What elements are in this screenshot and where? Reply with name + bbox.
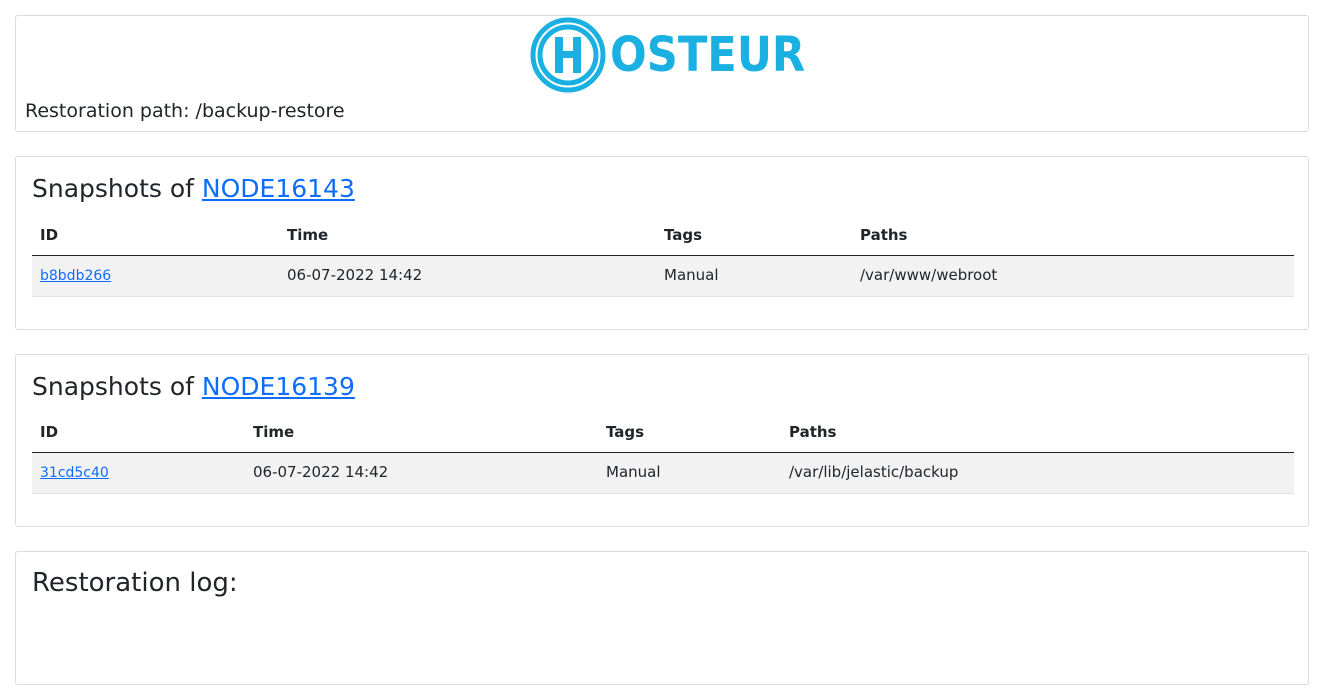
snapshot-tags-cell: Manual xyxy=(606,463,661,481)
column-header-id: ID xyxy=(40,226,59,244)
restoration-log-card: Restoration log: xyxy=(15,551,1309,685)
column-header-paths: Paths xyxy=(789,423,837,441)
snapshot-id-link[interactable]: 31cd5c40 xyxy=(40,465,109,481)
table-header: ID Time Tags Paths xyxy=(32,414,1294,453)
column-header-id: ID xyxy=(40,423,59,441)
restoration-log-title: Restoration log: xyxy=(32,568,238,598)
node-link[interactable]: NODE16143 xyxy=(202,174,355,203)
snapshot-id-link[interactable]: b8bdb266 xyxy=(40,268,111,284)
snapshot-title: Snapshots of NODE16143 xyxy=(32,174,355,203)
logo-wordmark: OSTEUR xyxy=(610,27,806,83)
header-card: OSTEUR Restoration path: /backup-restore xyxy=(15,15,1309,132)
hosteur-logo-icon xyxy=(530,17,606,93)
column-header-time: Time xyxy=(253,423,295,441)
restoration-path: Restoration path: /backup-restore xyxy=(25,100,345,122)
snapshot-card-node16139: Snapshots of NODE16139 ID Time Tags Path… xyxy=(15,354,1309,527)
hosteur-logo: OSTEUR xyxy=(530,16,827,94)
column-header-time: Time xyxy=(287,226,329,244)
snapshot-title-prefix: Snapshots of xyxy=(32,372,202,401)
column-header-tags: Tags xyxy=(664,226,703,244)
snapshot-time-cell: 06-07-2022 14:42 xyxy=(287,266,423,284)
snapshot-time-cell: 06-07-2022 14:42 xyxy=(253,463,389,481)
snapshot-title: Snapshots of NODE16139 xyxy=(32,372,355,401)
snapshot-id-cell: 31cd5c40 xyxy=(40,463,109,481)
snapshot-title-prefix: Snapshots of xyxy=(32,174,202,203)
column-header-tags: Tags xyxy=(606,423,645,441)
snapshot-paths-cell: /var/www/webroot xyxy=(860,266,998,284)
table-header: ID Time Tags Paths xyxy=(32,217,1294,256)
column-header-paths: Paths xyxy=(860,226,908,244)
snapshot-card-node16143: Snapshots of NODE16143 ID Time Tags Path… xyxy=(15,156,1309,330)
snapshot-table: ID Time Tags Paths b8bdb266 06-07-2022 1… xyxy=(32,217,1294,297)
snapshot-paths-cell: /var/lib/jelastic/backup xyxy=(789,463,959,481)
table-row: 31cd5c40 06-07-2022 14:42 Manual /var/li… xyxy=(32,453,1294,494)
table-row: b8bdb266 06-07-2022 14:42 Manual /var/ww… xyxy=(32,256,1294,297)
snapshot-id-cell: b8bdb266 xyxy=(40,266,111,284)
node-link[interactable]: NODE16139 xyxy=(202,372,355,401)
snapshot-table: ID Time Tags Paths 31cd5c40 06-07-2022 1… xyxy=(32,414,1294,494)
snapshot-tags-cell: Manual xyxy=(664,266,719,284)
